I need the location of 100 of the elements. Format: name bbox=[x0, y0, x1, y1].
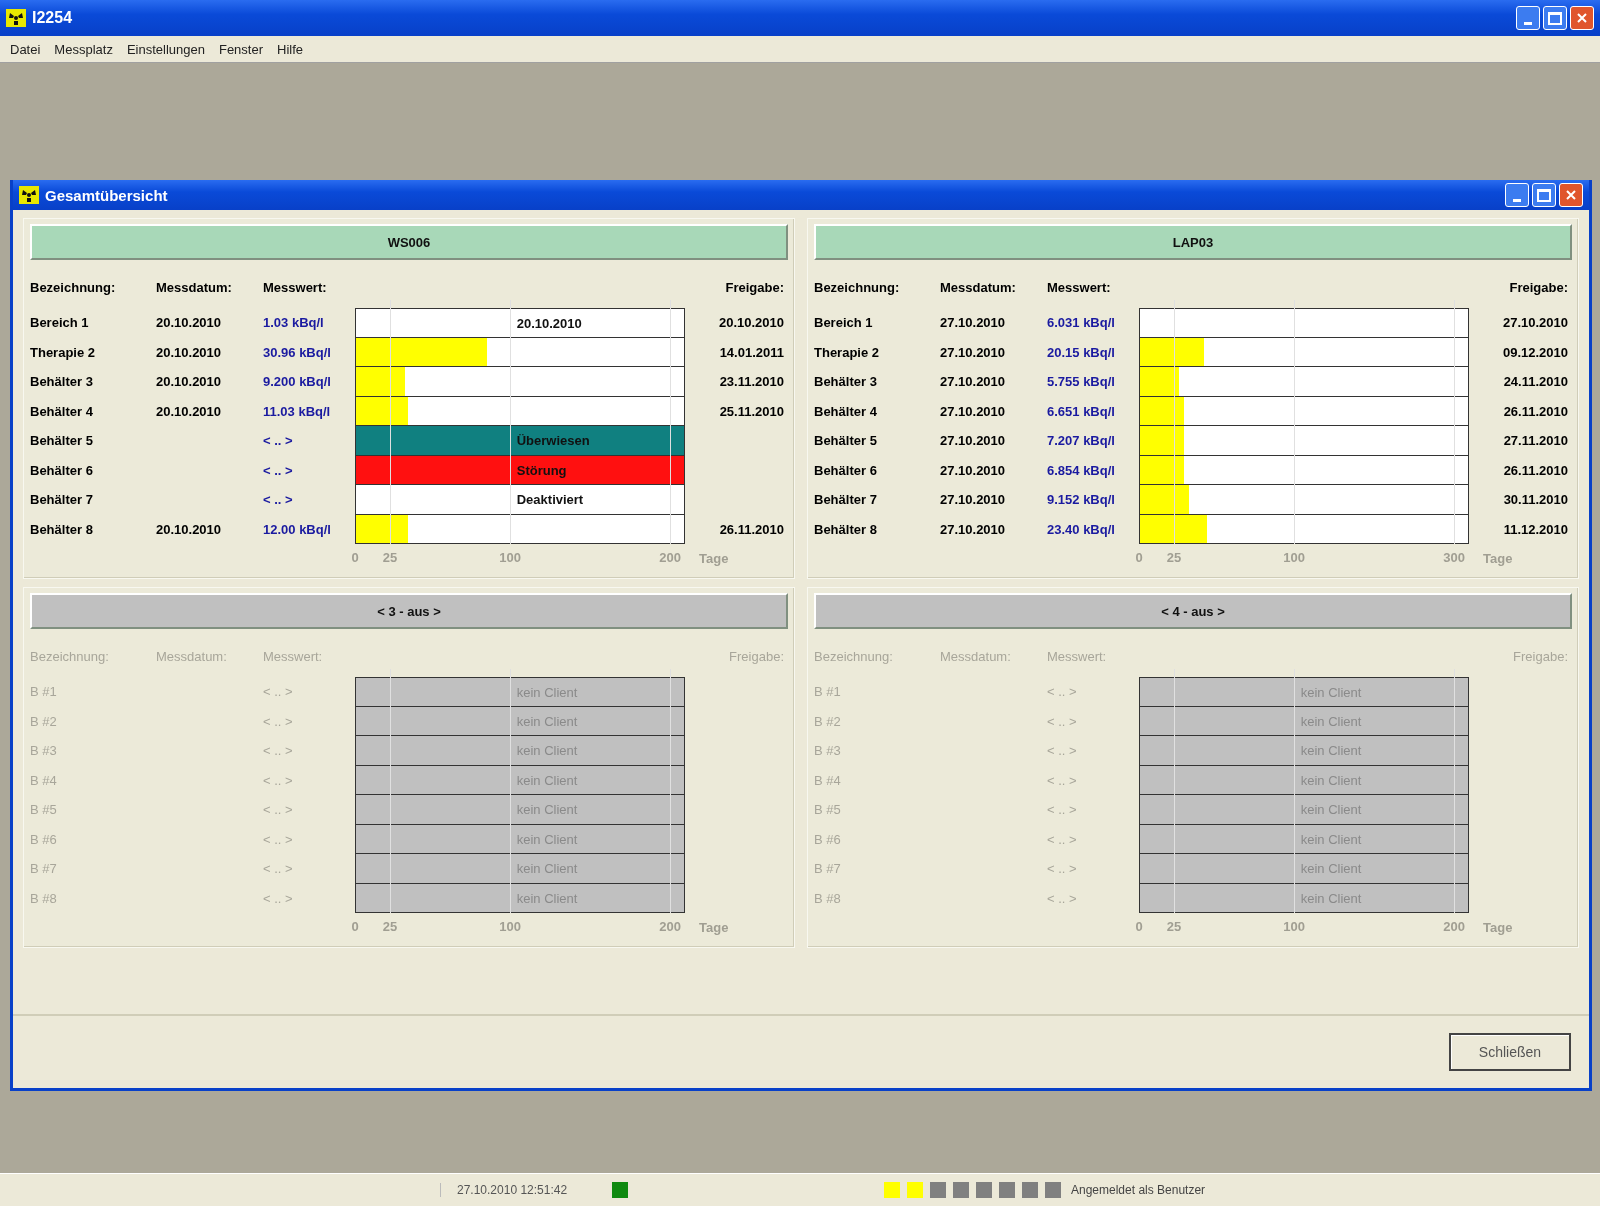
measure-date: 27.10.2010 bbox=[940, 462, 1006, 478]
release-date: 30.11.2010 bbox=[1503, 492, 1568, 508]
radiation-icon bbox=[6, 9, 26, 27]
maximize-button[interactable] bbox=[1532, 183, 1556, 207]
row-name: B #2 bbox=[814, 713, 842, 729]
menu-item[interactable]: Datei bbox=[10, 41, 41, 57]
measure-date: 20.10.2010 bbox=[156, 344, 222, 360]
column-header: Messdatum: bbox=[940, 279, 1017, 295]
measure-value: 20.15 kBq/l bbox=[1047, 344, 1115, 360]
row-name: Behälter 4 bbox=[814, 403, 878, 419]
row-name: B #1 bbox=[30, 684, 58, 700]
release-date: 25.11.2010 bbox=[719, 403, 784, 419]
release-date: 20.10.2010 bbox=[718, 315, 784, 331]
axis-tick-label: 300 bbox=[1443, 550, 1465, 565]
measure-value: < .. > bbox=[1047, 684, 1077, 700]
measure-value: 23.40 kBq/l bbox=[1047, 521, 1115, 537]
menu-item[interactable]: Messplatz bbox=[54, 41, 113, 57]
status-datetime: 27.10.2010 12:51:42 bbox=[440, 1183, 602, 1197]
row-name: Behälter 5 bbox=[814, 433, 878, 449]
row-name: Behälter 6 bbox=[814, 462, 878, 478]
measure-value: 11.03 kBq/l bbox=[263, 403, 331, 419]
measure-value: < .. > bbox=[263, 772, 293, 788]
release-date: 26.11.2010 bbox=[719, 521, 784, 537]
row-name: Behälter 4 bbox=[30, 403, 94, 419]
column-header: Bezeichnung: bbox=[30, 279, 117, 295]
column-header: Bezeichnung: bbox=[814, 648, 894, 664]
close-button[interactable] bbox=[1570, 6, 1594, 30]
row-name: B #3 bbox=[30, 743, 58, 759]
minimize-button[interactable] bbox=[1505, 183, 1529, 207]
axis-tick-label: 25 bbox=[1166, 550, 1182, 565]
login-status: Angemeldet als Benutzer bbox=[1071, 1183, 1206, 1197]
close-button[interactable] bbox=[1559, 183, 1583, 207]
status-text: 20.10.2010 bbox=[516, 315, 582, 331]
window-title: I2254 bbox=[32, 9, 73, 27]
row-name: B #5 bbox=[814, 802, 842, 818]
status-text: Störung bbox=[516, 462, 567, 478]
axis-unit: Tage bbox=[698, 550, 730, 566]
measure-value: 9.152 kBq/l bbox=[1047, 492, 1115, 508]
measure-date: 27.10.2010 bbox=[940, 492, 1006, 508]
row-name: B #6 bbox=[814, 831, 842, 847]
release-date: 26.11.2010 bbox=[1503, 462, 1568, 478]
measure-value: 6.854 kBq/l bbox=[1047, 462, 1115, 478]
station-header-button[interactable]: WS006 bbox=[30, 224, 788, 260]
release-date: 09.12.2010 bbox=[1502, 344, 1568, 360]
measure-value: 30.96 kBq/l bbox=[263, 344, 331, 360]
measure-value: < .. > bbox=[263, 713, 293, 729]
row-name: Bereich 1 bbox=[814, 315, 874, 331]
station-header-button[interactable]: LAP03 bbox=[814, 224, 1572, 260]
row-name: B #7 bbox=[30, 861, 58, 877]
column-header: Freigabe: bbox=[728, 648, 785, 664]
measure-value: < .. > bbox=[1047, 772, 1077, 788]
close-button[interactable]: Schließen bbox=[1449, 1033, 1571, 1071]
release-date: 27.11.2010 bbox=[1503, 433, 1568, 449]
axis-tick-label: 200 bbox=[1443, 919, 1465, 934]
measure-value: < .. > bbox=[1047, 831, 1077, 847]
row-name: B #5 bbox=[30, 802, 58, 818]
measure-value: < .. > bbox=[1047, 743, 1077, 759]
measure-value: < .. > bbox=[263, 890, 293, 906]
row-name: Bereich 1 bbox=[30, 315, 90, 331]
column-header: Freigabe: bbox=[1512, 648, 1569, 664]
column-header: Bezeichnung: bbox=[30, 648, 110, 664]
row-name: Behälter 3 bbox=[814, 374, 878, 390]
row-name: B #6 bbox=[30, 831, 58, 847]
status-text: Deaktiviert bbox=[516, 491, 584, 507]
axis-tick-label: 200 bbox=[659, 919, 681, 934]
column-header: Messwert: bbox=[263, 279, 328, 295]
measure-value: 7.207 kBq/l bbox=[1047, 433, 1115, 449]
window-title: Gesamtübersicht bbox=[45, 186, 168, 204]
axis-tick-label: 200 bbox=[659, 550, 681, 565]
menu-item[interactable]: Hilfe bbox=[277, 41, 304, 57]
measure-value: < .. > bbox=[1047, 861, 1077, 877]
measure-value: < .. > bbox=[263, 831, 293, 847]
axis-tick-label: 0 bbox=[1135, 919, 1143, 934]
axis-tick-label: 25 bbox=[382, 919, 398, 934]
row-name: B #8 bbox=[30, 890, 58, 906]
column-header: Messdatum: bbox=[156, 648, 228, 664]
row-name: Behälter 7 bbox=[814, 492, 878, 508]
measure-date: 27.10.2010 bbox=[940, 433, 1006, 449]
maximize-button[interactable] bbox=[1543, 6, 1567, 30]
axis-tick-label: 0 bbox=[351, 550, 359, 565]
close-icon bbox=[1566, 190, 1576, 200]
axis-tick-label: 100 bbox=[1283, 919, 1305, 934]
minimize-button[interactable] bbox=[1516, 6, 1540, 30]
axis-tick-label: 0 bbox=[351, 919, 359, 934]
measure-value: < .. > bbox=[263, 802, 293, 818]
row-name: Behälter 3 bbox=[30, 374, 94, 390]
measure-value: < .. > bbox=[1047, 890, 1077, 906]
menu-item[interactable]: Einstellungen bbox=[126, 41, 205, 57]
row-name: B #1 bbox=[814, 684, 842, 700]
row-name: B #4 bbox=[814, 772, 842, 788]
row-name: B #2 bbox=[30, 713, 58, 729]
menu-item[interactable]: Fenster bbox=[218, 41, 264, 57]
close-icon bbox=[1577, 13, 1587, 23]
measure-date: 20.10.2010 bbox=[156, 403, 222, 419]
measure-value: < .. > bbox=[263, 743, 293, 759]
axis-tick-label: 25 bbox=[1166, 919, 1182, 934]
release-date: 26.11.2010 bbox=[1503, 403, 1568, 419]
measure-value: < .. > bbox=[263, 462, 293, 478]
measure-date: 27.10.2010 bbox=[940, 344, 1006, 360]
measure-value: < .. > bbox=[263, 492, 293, 508]
